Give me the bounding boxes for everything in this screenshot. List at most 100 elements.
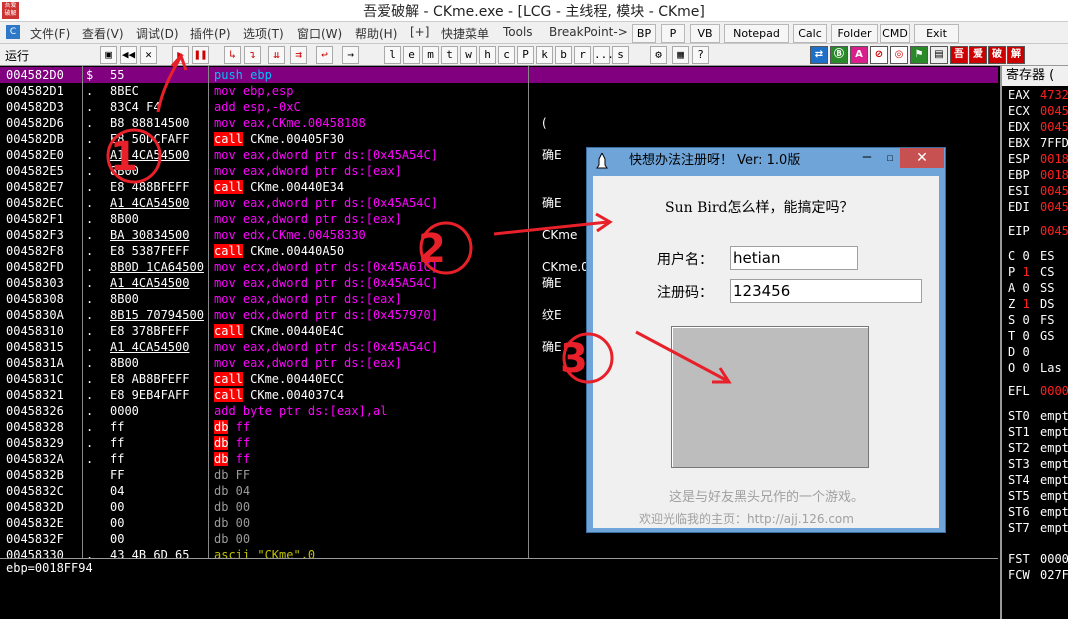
disasm-row[interactable]: 00458330. 43 4B 6D 65 ascii "CKme",0 (0, 547, 998, 558)
menu-item-7[interactable]: [+] (410, 25, 429, 39)
register-row[interactable]: Z 1 DS (1008, 297, 1054, 311)
stop-icon[interactable]: ⊘ (870, 46, 888, 64)
window-button-5[interactable]: h (479, 46, 496, 64)
register-panel[interactable] (671, 326, 869, 468)
maximize-button[interactable]: ☐ (879, 148, 901, 168)
register-row[interactable]: ST0 empt (1008, 409, 1068, 423)
pojie-icon-1[interactable]: 爱 (969, 46, 987, 64)
register-row[interactable]: A 0 SS (1008, 281, 1054, 295)
help-icon[interactable]: ? (692, 46, 709, 64)
register-row[interactable]: EFL 0000 (1008, 384, 1068, 398)
registers-pane[interactable]: 寄存器 ( EAX 4732 ECX 0045 EDX 0045 EBX 7FFD ESP 001… (1000, 66, 1068, 619)
step-into-icon[interactable]: ↳ (224, 46, 241, 64)
column-divider[interactable] (208, 66, 209, 558)
window-button-8[interactable]: k (536, 46, 553, 64)
trace-into-icon[interactable]: ⇊ (268, 46, 285, 64)
menu-item-1[interactable]: 查看(V) (82, 25, 124, 42)
menu-item-9[interactable]: Tools (503, 25, 533, 39)
restart-icon[interactable]: ◀◀ (120, 46, 137, 64)
menu-item-0[interactable]: 文件(F) (30, 25, 70, 42)
step-over-icon[interactable]: ↴ (244, 46, 261, 64)
menu-item-3[interactable]: 插件(P) (190, 25, 231, 42)
register-row[interactable]: ESP 0018 (1008, 152, 1068, 166)
register-row[interactable]: ST4 empt (1008, 473, 1068, 487)
pojie-icon-0[interactable]: 吾 (950, 46, 968, 64)
close-button[interactable]: ✕ (900, 148, 944, 168)
register-row[interactable]: ST2 empt (1008, 441, 1068, 455)
window-button-2[interactable]: m (422, 46, 439, 64)
pojie-icon-2[interactable]: 破 (988, 46, 1006, 64)
window-button-0[interactable]: l (384, 46, 401, 64)
window-button-9[interactable]: b (555, 46, 572, 64)
menu-item-2[interactable]: 调试(D) (136, 25, 179, 42)
username-input[interactable] (730, 246, 858, 270)
flag-icon[interactable]: ⚑ (910, 46, 928, 64)
options-icon[interactable]: ⚙ (650, 46, 667, 64)
disasm-row[interactable]: 0045832F 00 db 00 (0, 531, 998, 547)
register-row[interactable]: ECX 0045 (1008, 104, 1068, 118)
open-icon[interactable]: ▣ (100, 46, 117, 64)
menu-item-8[interactable]: 快捷菜单 (441, 25, 489, 42)
disasm-row[interactable]: 004582DB. E8 50DCFAFF call CKme.00405F30 (0, 131, 998, 147)
quick-button-folder[interactable]: Folder (831, 24, 878, 43)
trace-over-icon[interactable]: ⇉ (290, 46, 307, 64)
register-row[interactable]: ST1 empt (1008, 425, 1068, 439)
execute-till-return-icon[interactable]: ↩ (316, 46, 333, 64)
disasm-row[interactable]: 004582D1. 8BEC mov ebp,esp (0, 83, 998, 99)
target-icon[interactable]: ◎ (890, 46, 908, 64)
quick-button-calc[interactable]: Calc (793, 24, 827, 43)
app-logo-icon[interactable]: 吾爱破解 (2, 2, 19, 19)
column-divider[interactable] (528, 66, 529, 558)
window-button-6[interactable]: c (498, 46, 515, 64)
bookmark-icon[interactable]: Ⓑ (830, 46, 848, 64)
ascii-icon[interactable]: A (850, 46, 868, 64)
register-row[interactable]: FCW 027F (1008, 568, 1068, 582)
quick-button-exit[interactable]: Exit (914, 24, 959, 43)
quick-button-bp[interactable]: BP (632, 24, 656, 43)
quick-button-p[interactable]: P (661, 24, 685, 43)
register-row[interactable]: EAX 4732 (1008, 88, 1068, 102)
refresh-icon[interactable]: ⇄ (810, 46, 828, 64)
register-row[interactable]: ST3 empt (1008, 457, 1068, 471)
cpu-icon[interactable]: C (6, 25, 20, 39)
register-row[interactable]: S 0 FS (1008, 313, 1054, 327)
disasm-row[interactable]: 004582D0 $55 push ebp (0, 67, 998, 83)
window-button-7[interactable]: P (517, 46, 534, 64)
memory-icon[interactable]: ▤ (930, 46, 948, 64)
close-icon[interactable]: ✕ (140, 46, 157, 64)
register-row[interactable]: FST 0000 (1008, 552, 1068, 566)
register-row[interactable]: ST5 empt (1008, 489, 1068, 503)
register-row[interactable]: ST6 empt (1008, 505, 1068, 519)
window-button-11[interactable]: ... (593, 46, 614, 64)
disasm-row[interactable]: 004582D6. B8 88814500 mov eax,CKme.0045818… (0, 115, 998, 131)
menu-item-6[interactable]: 帮助(H) (355, 25, 397, 42)
register-row[interactable]: EIP 0045 (1008, 224, 1068, 238)
register-row[interactable]: C 0 ES (1008, 249, 1054, 263)
register-row[interactable]: ESI 0045 (1008, 184, 1068, 198)
register-row[interactable]: D 0 (1008, 345, 1030, 359)
menu-item-4[interactable]: 选项(T) (243, 25, 284, 42)
window-button-12[interactable]: s (612, 46, 629, 64)
window-button-3[interactable]: t (441, 46, 458, 64)
serial-input[interactable] (730, 279, 922, 303)
register-row[interactable]: P 1 CS (1008, 265, 1054, 279)
register-row[interactable]: EBP 0018 (1008, 168, 1068, 182)
disasm-row[interactable]: 004582D3. 83C4 F4 add esp,-0xC (0, 99, 998, 115)
quick-button-vb[interactable]: VB (690, 24, 720, 43)
pojie-icon-3[interactable]: 解 (1007, 46, 1025, 64)
menu-item-10[interactable]: BreakPoint-> (549, 25, 628, 39)
register-row[interactable]: EDI 0045 (1008, 200, 1068, 214)
pause-icon[interactable]: ❚❚ (192, 46, 209, 64)
menu-item-5[interactable]: 窗口(W) (297, 25, 342, 42)
run-icon[interactable]: ▶ (172, 46, 189, 64)
register-row[interactable]: T 0 GS (1008, 329, 1054, 343)
register-row[interactable]: O 0 Las (1008, 361, 1062, 375)
register-row[interactable]: EDX 0045 (1008, 120, 1068, 134)
quick-button-notepad[interactable]: Notepad (724, 24, 789, 43)
quick-button-cmd[interactable]: CMD (880, 24, 910, 43)
window-button-4[interactable]: w (460, 46, 477, 64)
window-button-1[interactable]: e (403, 46, 420, 64)
column-divider[interactable] (82, 66, 83, 558)
go-to-icon[interactable]: → (342, 46, 359, 64)
minimize-button[interactable]: — (855, 148, 879, 168)
